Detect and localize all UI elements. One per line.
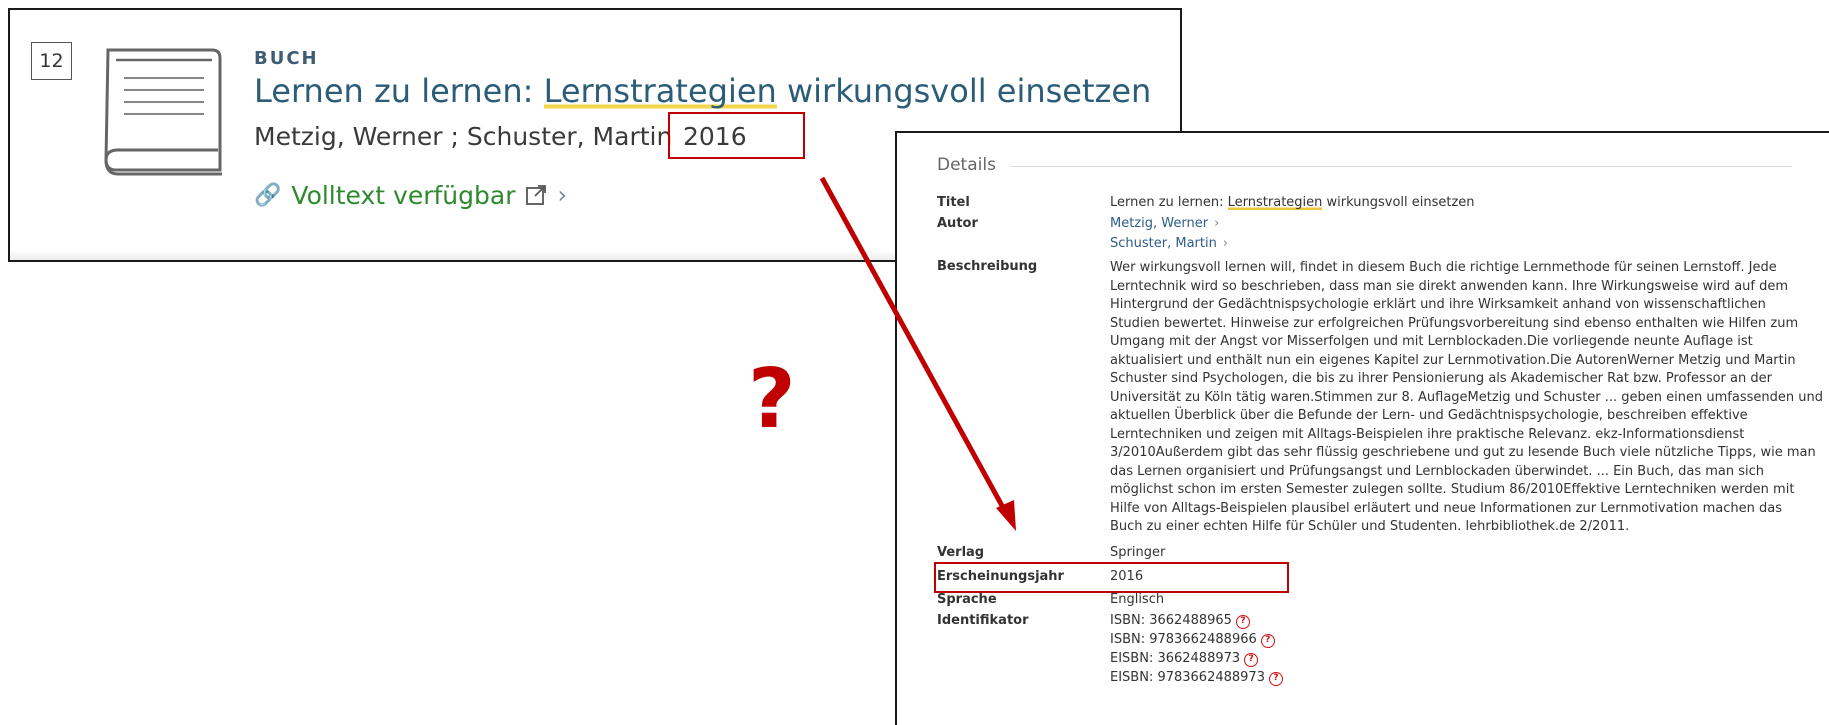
language-value: Englisch (1110, 592, 1165, 607)
publisher-value: Springer (1110, 545, 1166, 560)
identifier-value: EISBN: 9783662488973? (1110, 670, 1283, 686)
identifier-value: EISBN: 3662488973? (1110, 651, 1259, 667)
description-line: Wer wirkungsvoll lernen will, findet in … (1110, 260, 1777, 275)
book-icon (104, 48, 222, 176)
info-icon[interactable]: ? (1268, 671, 1283, 686)
description-line: Buch zu einer echten Hilfe für Schüler u… (1110, 519, 1630, 534)
author-name: Metzig, Werner (1110, 216, 1209, 231)
details-heading-row: Details (937, 155, 1792, 177)
description-line: Hintergrund der Gedächtnispsychologie er… (1110, 297, 1766, 312)
details-panel: Details Titel Lernen zu lernen: Lernstra… (895, 131, 1829, 725)
year-highlight-box (668, 112, 805, 159)
details-heading: Details (937, 155, 1010, 175)
link-icon: 🔗 (254, 182, 282, 208)
chevron-right-icon: › (1214, 216, 1220, 231)
language-label: Sprache (937, 592, 997, 607)
chevron-right-icon: › (1222, 236, 1229, 251)
identifier-label: Identifikator (937, 613, 1029, 628)
info-icon[interactable]: ? (1260, 633, 1275, 648)
title-part: wirkungsvoll einsetzen (1322, 195, 1475, 210)
result-title-link[interactable]: Lernen zu lernen: Lernstrategien wirkung… (254, 72, 1151, 110)
publisher-label: Verlag (937, 545, 985, 560)
result-authors: Metzig, Werner ; Schuster, Martin (254, 122, 673, 151)
description-line: Schuster sind Psychologen, die bis zu ih… (1110, 371, 1772, 386)
description-line: aktuellen Überblick über die Befunde der… (1110, 408, 1748, 423)
title-value: Lernen zu lernen: Lernstrategien wirkung… (1110, 195, 1475, 210)
description-label: Beschreibung (937, 259, 1038, 274)
fulltext-label: Volltext verfügbar (291, 180, 516, 210)
details-divider (937, 166, 1792, 167)
description-line: das Lernen organisiert und Prüfungsangst… (1110, 463, 1764, 479)
year-highlight-box (934, 562, 1289, 593)
author-label: Autor (937, 216, 978, 231)
identifier-text: EISBN: 9783662488973 (1110, 670, 1265, 685)
title-label: Titel (937, 195, 970, 210)
result-title-highlight: Lernstrategien (543, 72, 777, 110)
description-line: Umgang mit der Angst vor Misserfolgen un… (1110, 334, 1753, 349)
question-mark-annotation: ? (748, 352, 796, 447)
author-name: Schuster, Martin (1110, 236, 1217, 251)
description-line: Universität zu Köln tätig waren.Stimmen … (1110, 389, 1823, 405)
fulltext-available-link[interactable]: 🔗 Volltext verfügbar › (254, 178, 567, 212)
result-type-label: BUCH (254, 48, 319, 69)
identifier-text: ISBN: 3662488965 (1110, 613, 1232, 628)
result-title-part: Lernen zu lernen: (254, 72, 544, 110)
author-link-metzig[interactable]: Metzig, Werner › (1110, 216, 1219, 231)
description-line: Lerntechnik wird so beschrieben, dass ma… (1110, 278, 1789, 294)
chevron-right-icon: › (557, 181, 568, 209)
result-number: 12 (31, 42, 72, 80)
identifier-value: ISBN: 3662488965? (1110, 613, 1250, 629)
identifier-text: ISBN: 9783662488966 (1110, 632, 1257, 647)
description-line: möglichst schon im ersten Semester zuleg… (1110, 482, 1795, 497)
description-line: Studien bewertet. Hinweise zur erfolgrei… (1110, 315, 1799, 331)
description-line: Hilfe von Alltags-Beispielen plausibel e… (1110, 500, 1782, 516)
description-line: aktualisiert und enthält nun ein eigenes… (1110, 352, 1796, 368)
author-link-schuster[interactable]: Schuster, Martin › (1110, 236, 1228, 251)
external-link-icon (526, 185, 547, 205)
description-line: 3/2010Außerdem gibt das sehr flüssig ges… (1110, 445, 1816, 460)
title-highlight: Lernstrategien (1227, 195, 1323, 210)
description-text: Wer wirkungsvoll lernen will, findet in … (1110, 259, 1823, 537)
info-icon[interactable]: ? (1244, 652, 1259, 667)
result-title-part: wirkungsvoll einsetzen (776, 72, 1152, 110)
info-icon[interactable]: ? (1235, 614, 1250, 629)
identifier-text: EISBN: 3662488973 (1110, 651, 1241, 666)
description-line: Lerntechniken und zeigen mit Alltags-Bei… (1110, 426, 1745, 442)
title-part: Lernen zu lernen: (1110, 195, 1228, 210)
identifier-value: ISBN: 9783662488966? (1110, 632, 1275, 648)
